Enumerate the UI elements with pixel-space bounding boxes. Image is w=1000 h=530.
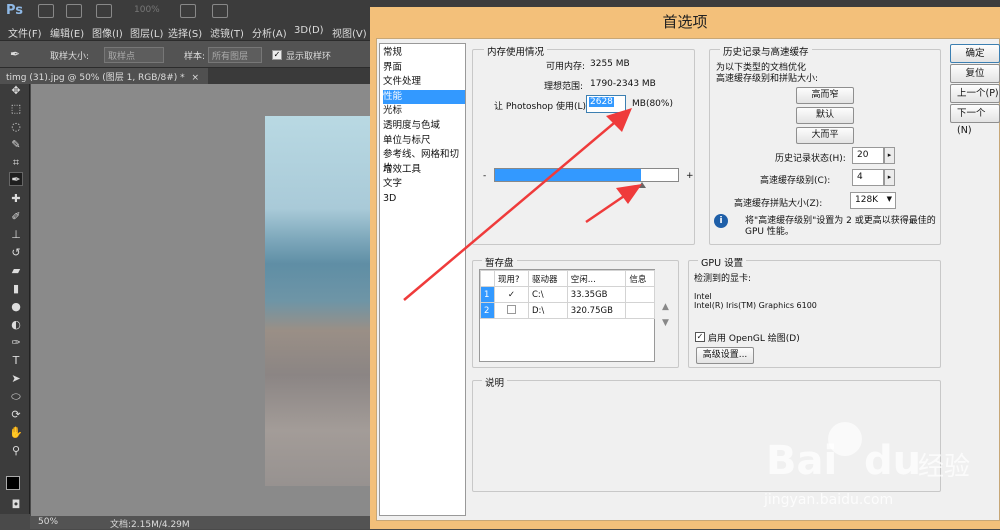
baidu-watermark: Bai du 经验 jingyan.baidu.com <box>760 420 990 520</box>
watermark-brand: Bai <box>766 438 838 484</box>
watermark-cn: 经验 <box>918 452 971 482</box>
arrow-head-slider-thumb <box>616 184 642 204</box>
arrow-head-memory-input <box>606 108 632 132</box>
arrow-to-memory-input <box>403 117 621 301</box>
watermark-brand2: du <box>864 438 922 484</box>
paw-icon <box>828 422 862 456</box>
watermark-url: jingyan.baidu.com <box>764 492 894 508</box>
